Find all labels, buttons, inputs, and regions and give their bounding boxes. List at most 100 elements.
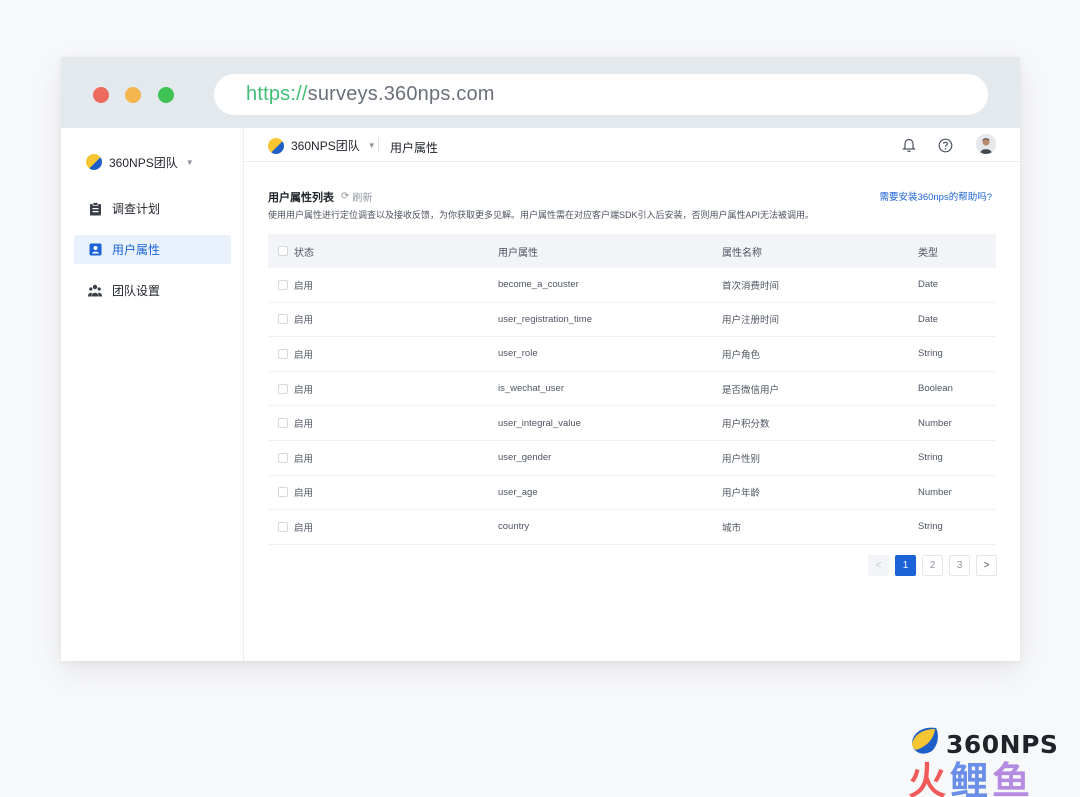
attribute-key: user_gender: [498, 452, 552, 464]
table-header: 状态 用户属性 属性名称 类型: [268, 234, 996, 268]
status-text: 启用: [294, 384, 314, 396]
page-button-2[interactable]: 2: [922, 555, 943, 576]
team-logo-icon: [86, 154, 102, 170]
url-scheme: https://: [246, 83, 308, 105]
attribute-type: Number: [918, 417, 952, 429]
page-button-1[interactable]: 1: [895, 555, 916, 576]
attribute-key: user_registration_time: [498, 313, 592, 325]
address-bar[interactable]: https://surveys.360nps.com: [214, 74, 988, 115]
brand-watermark: 360NPS 火鲤鱼: [906, 724, 1058, 797]
refresh-icon: ⟳: [341, 191, 350, 202]
page-button-3[interactable]: 3: [949, 555, 970, 576]
team-name: 360NPS团队: [291, 139, 360, 153]
brand-char: 鱼: [992, 759, 1035, 797]
sidebar: 360NPS团队 ▼ 调查计划 用户属性 团队设置: [61, 128, 244, 661]
table-row[interactable]: 启用 user_integral_value 用户积分数 Number: [268, 406, 996, 441]
next-page-button[interactable]: >: [976, 555, 997, 576]
attribute-key: is_wechat_user: [498, 383, 565, 395]
user-attributes-table: 状态 用户属性 属性名称 类型 启用 become_a_couster 首次消费…: [268, 234, 996, 545]
status-text: 启用: [294, 488, 314, 500]
attribute-name: 用户性别: [722, 453, 761, 465]
attribute-type: Date: [918, 279, 939, 291]
attribute-name: 用户积分数: [722, 419, 770, 431]
row-checkbox[interactable]: [278, 279, 288, 290]
status-text: 启用: [294, 419, 314, 431]
table-row[interactable]: 启用 user_registration_time 用户注册时间 Date: [268, 303, 996, 338]
refresh-button[interactable]: ⟳ 刷新: [341, 189, 372, 204]
row-checkbox[interactable]: [278, 383, 288, 394]
main-content: 360NPS团队 ▼ 用户属性 用户属性列表 ⟳ 刷新 使用用户属性进行定位调查…: [244, 128, 1020, 661]
row-checkbox[interactable]: [278, 487, 288, 498]
header-status: 状态: [268, 244, 498, 259]
status-cell: 启用: [268, 278, 498, 292]
chevron-down-icon: ▼: [367, 141, 376, 150]
attribute-name: 用户注册时间: [722, 315, 780, 327]
team-switcher[interactable]: 360NPS团队 ▼: [86, 152, 194, 172]
brand-subtitle: 火鲤鱼: [908, 750, 1034, 797]
row-checkbox[interactable]: [278, 521, 288, 532]
bell-icon[interactable]: [901, 137, 917, 153]
attribute-key: user_integral_value: [498, 417, 581, 429]
browser-chrome: https://surveys.360nps.com: [61, 57, 1020, 128]
attribute-name: 用户年龄: [722, 488, 761, 500]
row-checkbox[interactable]: [278, 314, 288, 325]
table-row[interactable]: 启用 user_age 用户年龄 Number: [268, 476, 996, 511]
attribute-type: String: [918, 521, 943, 533]
sidebar-item-label: 调查计划: [112, 202, 161, 216]
close-window-button[interactable]: [93, 87, 109, 103]
sidebar-item-label: 团队设置: [112, 284, 161, 298]
status-text: 启用: [294, 315, 314, 327]
user-card-icon: [88, 243, 102, 257]
table-row[interactable]: 启用 become_a_couster 首次消费时间 Date: [268, 268, 996, 303]
table-row[interactable]: 启用 user_role 用户角色 String: [268, 337, 996, 372]
select-all-checkbox[interactable]: [278, 246, 288, 256]
table-row[interactable]: 启用 user_gender 用户性别 String: [268, 441, 996, 476]
status-cell: 启用: [268, 485, 498, 499]
status-text: 启用: [294, 349, 314, 361]
team-selector[interactable]: 360NPS团队 ▼: [268, 137, 376, 154]
chevron-down-icon: ▼: [185, 157, 194, 167]
page-title: 用户属性: [390, 141, 439, 155]
attribute-key: user_age: [498, 486, 538, 498]
clipboard-icon: [88, 201, 102, 216]
minimize-window-button[interactable]: [125, 87, 141, 103]
url-host: surveys.360nps.com: [307, 83, 495, 105]
status-cell: 启用: [268, 312, 498, 326]
team-icon: [88, 284, 102, 298]
refresh-label: 刷新: [352, 193, 373, 204]
table-row[interactable]: 启用 country 城市 String: [268, 510, 996, 545]
status-cell: 启用: [268, 520, 498, 534]
avatar[interactable]: [976, 134, 996, 154]
column-header: 用户属性: [498, 247, 538, 259]
maximize-window-button[interactable]: [158, 87, 174, 103]
row-checkbox[interactable]: [278, 418, 288, 429]
column-header: 属性名称: [722, 247, 762, 259]
attribute-type: String: [918, 452, 943, 464]
attribute-type: Boolean: [918, 383, 953, 395]
browser-window: https://surveys.360nps.com 360NPS团队 ▼ 调查…: [61, 57, 1020, 661]
attribute-name: 用户角色: [722, 349, 761, 361]
column-header: 状态: [294, 247, 314, 259]
row-checkbox[interactable]: [278, 348, 288, 359]
status-text: 启用: [294, 522, 314, 534]
install-help-link[interactable]: 需要安装360nps的帮助吗?: [880, 189, 992, 203]
table-row[interactable]: 启用 is_wechat_user 是否微信用户 Boolean: [268, 372, 996, 407]
team-name: 360NPS团队: [109, 155, 178, 170]
status-text: 启用: [294, 280, 314, 292]
help-icon[interactable]: [937, 137, 953, 153]
pagination: < 1 2 3 >: [244, 555, 1020, 576]
brand-char: 鲤: [950, 759, 993, 797]
status-cell: 启用: [268, 347, 498, 361]
attribute-key: become_a_couster: [498, 279, 579, 291]
row-checkbox[interactable]: [278, 452, 288, 463]
sidebar-item-user-attributes[interactable]: 用户属性: [74, 235, 231, 264]
sidebar-item-team-settings[interactable]: 团队设置: [74, 276, 231, 305]
sidebar-item-survey-plan[interactable]: 调查计划: [74, 194, 231, 223]
attribute-name: 是否微信用户: [722, 384, 780, 396]
status-cell: 启用: [268, 382, 498, 396]
attribute-type: Number: [918, 486, 952, 498]
attribute-key: country: [498, 521, 530, 533]
prev-page-button[interactable]: <: [868, 555, 889, 576]
status-text: 启用: [294, 453, 314, 465]
attribute-key: user_role: [498, 348, 538, 360]
